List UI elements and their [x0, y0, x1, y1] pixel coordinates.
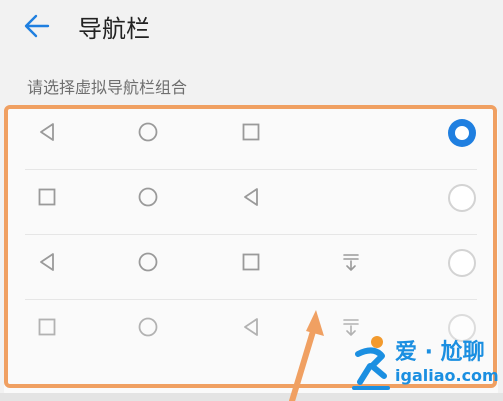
title-bar: 导航栏: [0, 0, 503, 52]
runner-logo-icon: [352, 336, 390, 390]
arrow-left-icon[interactable]: [20, 8, 56, 44]
annotation-arrow-icon: [289, 310, 324, 401]
watermark-text: 爱 · 尬聊: [395, 340, 485, 365]
section-label: 请选择虚拟导航栏组合: [27, 78, 188, 97]
watermark-url: igaliao.com: [395, 366, 499, 385]
page-title: 导航栏: [78, 15, 150, 43]
watermark: 爱 · 尬聊 igaliao.com: [350, 330, 500, 395]
